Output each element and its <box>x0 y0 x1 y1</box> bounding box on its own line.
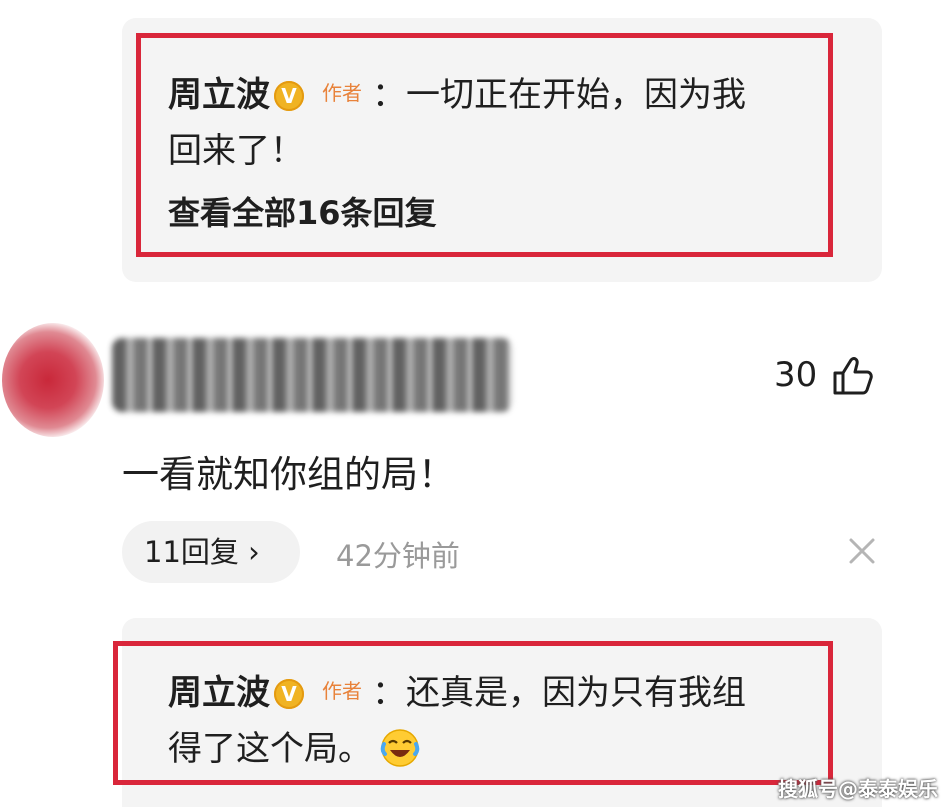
replies-label: 11回复 <box>144 535 239 569</box>
replies-button[interactable]: 11回复 › <box>122 521 300 583</box>
thumbs-up-icon[interactable] <box>832 356 876 396</box>
author-reply-line2: 回来了！ <box>168 131 304 171</box>
author-tag: 作者 <box>322 81 362 105</box>
reply-text: 得了这个局。 <box>168 729 372 769</box>
author-reply-line1: 周立波 V 作者 ：一切正在开始，因为我 <box>168 64 746 124</box>
comment-time: 42分钟前 <box>336 539 460 573</box>
reply-text: ：还真是，因为只有我组 <box>372 673 746 713</box>
username-blurred <box>112 338 512 412</box>
author-name[interactable]: 周立波 <box>168 673 270 713</box>
verified-icon: V <box>274 81 304 111</box>
chevron-right-icon: › <box>248 535 260 569</box>
verified-icon: V <box>274 679 304 709</box>
reply-text: ：一切正在开始，因为我 <box>372 75 746 115</box>
close-icon[interactable] <box>846 535 878 567</box>
avatar[interactable] <box>2 323 104 437</box>
laughing-crying-emoji-icon <box>380 729 420 767</box>
like-count: 30 <box>774 355 818 395</box>
author-reply-line1: 周立波 V 作者 ：还真是，因为只有我组 <box>168 662 746 722</box>
view-all-replies-link[interactable]: 查看全部16条回复 <box>168 188 437 234</box>
watermark: 搜狐号@泰泰娱乐 <box>778 777 938 801</box>
comment-text: 一看就知你组的局！ <box>122 453 455 496</box>
author-reply-line2: 得了这个局。 <box>168 720 420 778</box>
author-tag: 作者 <box>322 679 362 703</box>
author-name[interactable]: 周立波 <box>168 75 270 115</box>
